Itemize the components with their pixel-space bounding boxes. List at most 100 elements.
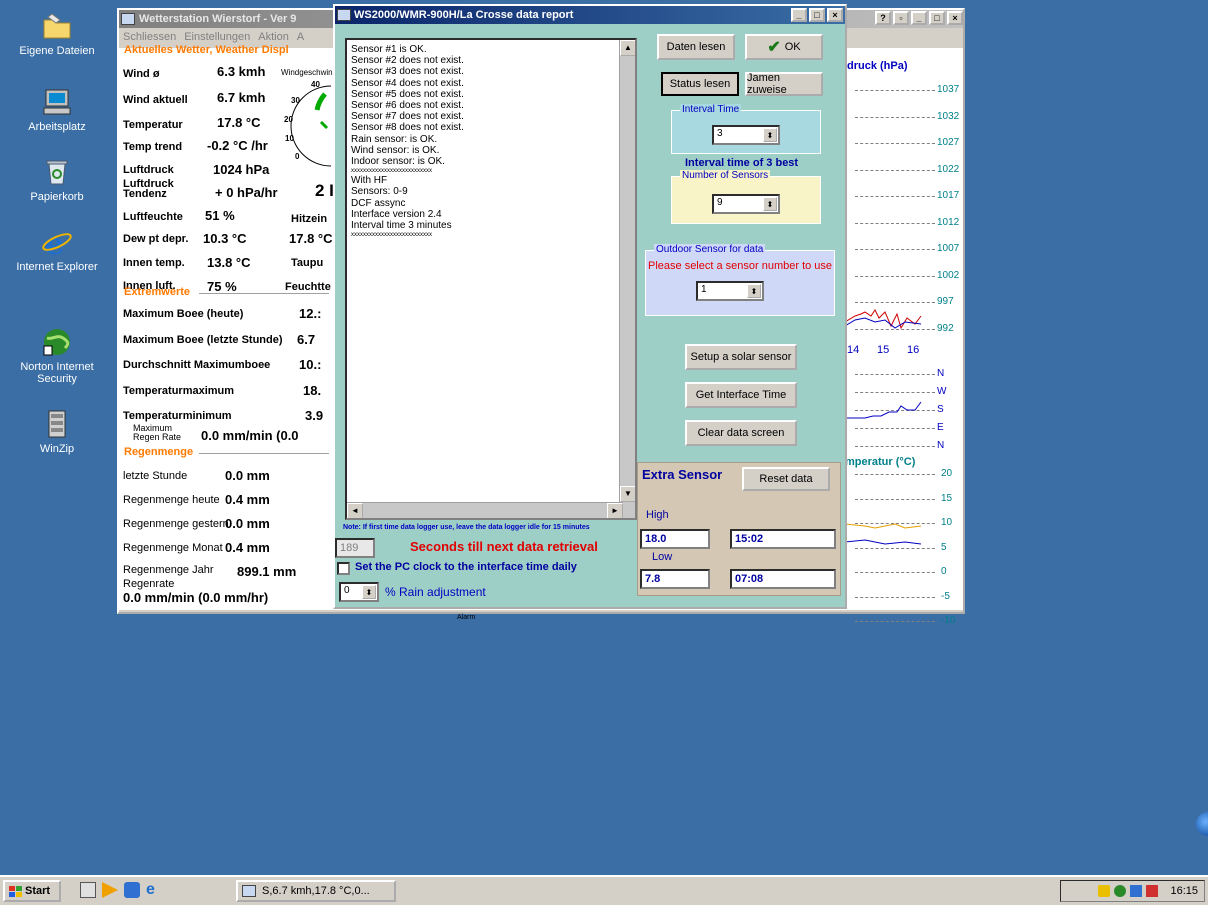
report-line: Sensor #1 is OK. (351, 44, 427, 55)
clock[interactable]: 16:15 (1170, 885, 1198, 897)
start-button[interactable]: Start (3, 880, 61, 902)
desktop-icon-winzip[interactable]: WinZip (14, 408, 100, 455)
network-icon[interactable] (1114, 885, 1127, 897)
desktop-icon-norton[interactable]: Norton Internet Security (14, 326, 100, 385)
media-player-icon[interactable] (102, 882, 118, 898)
ok-button[interactable]: ✔ OK (745, 34, 823, 60)
menu-item[interactable]: Einstellungen (184, 31, 250, 43)
grid-line (855, 222, 935, 224)
maximize-button[interactable]: □ (809, 8, 825, 22)
value-temp-min: 3.9 (305, 408, 324, 423)
high-label: High (646, 509, 669, 521)
horizontal-scrollbar[interactable]: ◄ ► (347, 502, 623, 518)
spinner-arrows-icon[interactable]: ⬍ (763, 197, 777, 211)
menu-item[interactable]: Aktion (258, 31, 289, 43)
outdoor-sensor-prompt: Please select a sensor number to use (648, 260, 833, 272)
value-temp-max: 18. (303, 383, 322, 398)
app-icon (121, 13, 135, 25)
reset-data-button[interactable]: Reset data (742, 467, 830, 491)
spinner-arrows-icon[interactable]: ⬍ (747, 284, 761, 298)
report-line: xxxxxxxxxxxxxxxxxxxxxxxxxxx (351, 232, 432, 239)
dialog-titlebar[interactable]: WS2000/WMR-900H/La Crosse data report _ … (335, 6, 845, 24)
report-textbox[interactable]: Sensor #1 is OK. Sensor #2 does not exist… (345, 38, 637, 520)
report-line: Sensor #6 does not exist. (351, 100, 464, 112)
group-divider (199, 293, 329, 294)
read-status-button[interactable]: Status lesen (661, 72, 739, 96)
spinner-arrows-icon[interactable]: ⬍ (763, 128, 777, 142)
label-pressure-trend: Luftdruck Tendenz (123, 178, 174, 200)
group-extremes: Extremwerte (124, 286, 191, 298)
label-rain-rate: Regenrate (123, 578, 175, 590)
wind-direction-tick: N (937, 368, 945, 379)
sensors-spinner[interactable]: 9 ⬍ (712, 194, 780, 214)
grid-line (855, 116, 935, 118)
value-dewpoint: 10.3 °C (203, 231, 247, 246)
scroll-right-icon[interactable]: ► (607, 503, 623, 518)
close-button[interactable]: × (827, 8, 843, 22)
report-line: Wind sensor: is OK. (351, 144, 440, 156)
spinner-arrows-icon[interactable]: ⬍ (362, 585, 376, 599)
close-button[interactable]: × (947, 11, 963, 25)
menu-item[interactable]: Schliessen (123, 31, 176, 43)
label-pressure: Luftdruck (123, 164, 174, 176)
low-label: Low (652, 551, 673, 563)
tray-app-icon[interactable] (1146, 885, 1159, 897)
value-pressure-trend: + 0 hPa/hr (215, 185, 278, 200)
desktop-icon-papierkorb[interactable]: Papierkorb (14, 156, 100, 203)
label-rain-yesterday: Regenmenge gestern (123, 518, 229, 530)
minimize-button[interactable]: _ (911, 11, 927, 25)
minimize-button[interactable]: _ (791, 8, 807, 22)
high-value: 18.0 (640, 529, 710, 549)
outdoor-sensor-value: 1 (701, 284, 707, 295)
security-icon[interactable] (1130, 885, 1143, 897)
grid-line (855, 392, 935, 393)
scroll-up-icon[interactable]: ▲ (620, 40, 635, 56)
menu-item[interactable]: A (297, 31, 304, 43)
value-rain-last-hour: 0.0 mm (225, 468, 270, 483)
ie-icon[interactable]: e (146, 882, 162, 898)
setup-solar-button[interactable]: Setup a solar sensor (685, 344, 797, 370)
volume-icon[interactable] (1098, 885, 1111, 897)
pressure-tick: 1012 (937, 216, 960, 228)
taskbar-weather-app[interactable]: S,6.7 kmh,17.8 °C,0... (236, 880, 396, 902)
clear-data-button[interactable]: Clear data screen (685, 420, 797, 446)
group-divider (199, 453, 329, 454)
interval-time-group: Interval Time 3 ⬍ (671, 104, 821, 154)
desktop-icon-label: Internet Explorer (16, 261, 98, 273)
scroll-left-icon[interactable]: ◄ (347, 503, 363, 518)
label-rain-month: Regenmenge Monat (123, 542, 223, 554)
read-data-button[interactable]: Daten lesen (657, 34, 735, 60)
pressure-tick: 1022 (937, 163, 960, 175)
outlook-icon[interactable] (124, 882, 140, 898)
desktop-icon-arbeitsplatz[interactable]: Arbeitsplatz (14, 86, 100, 133)
assign-names-button[interactable]: Jamen zuweise (745, 72, 823, 96)
seconds-text: Seconds till next data retrieval (410, 539, 598, 554)
show-desktop-icon[interactable] (80, 882, 96, 898)
grid-line (855, 498, 935, 500)
pressure-plot (845, 309, 922, 330)
report-line: Sensor #4 does not exist. (351, 77, 464, 89)
grid-line (855, 621, 935, 622)
clock-checkbox[interactable] (337, 562, 350, 575)
desktop-icon-internet-explorer[interactable]: e Internet Explorer (14, 226, 100, 273)
maximize-button[interactable]: □ (929, 11, 945, 25)
taskbar-task-label: S,6.7 kmh,17.8 °C,0... (262, 885, 370, 897)
interval-spinner[interactable]: 3 ⬍ (712, 125, 780, 145)
restore-button[interactable]: ▫ (893, 11, 909, 25)
rain-adjustment-spinner[interactable]: 0 ⬍ (339, 582, 379, 602)
scroll-down-icon[interactable]: ▼ (620, 486, 635, 502)
label-temp-trend: Temp trend (123, 141, 183, 153)
gauge-tick: 10 (285, 134, 294, 143)
vertical-scrollbar[interactable]: ▲ ▼ (619, 40, 635, 518)
report-line: Sensor #7 does not exist. (351, 111, 464, 123)
label-max-gust-hour: Maximum Boee (letzte Stunde) (123, 334, 283, 346)
report-line: xxxxxxxxxxxxxxxxxxxxxxxxxxx (351, 168, 432, 175)
outdoor-sensor-spinner[interactable]: 1 ⬍ (696, 281, 764, 301)
desktop-icon-eigene-dateien[interactable]: Eigene Dateien (14, 10, 100, 57)
help-button[interactable]: ? (875, 11, 891, 25)
clock-checkbox-label[interactable]: Set the PC clock to the interface time d… (355, 561, 577, 573)
get-interface-time-button[interactable]: Get Interface Time (685, 382, 797, 408)
report-line: With HF (351, 175, 388, 187)
rain-adjustment-label: % Rain adjustment (385, 585, 486, 599)
desktop-icon-label: WinZip (39, 443, 75, 455)
